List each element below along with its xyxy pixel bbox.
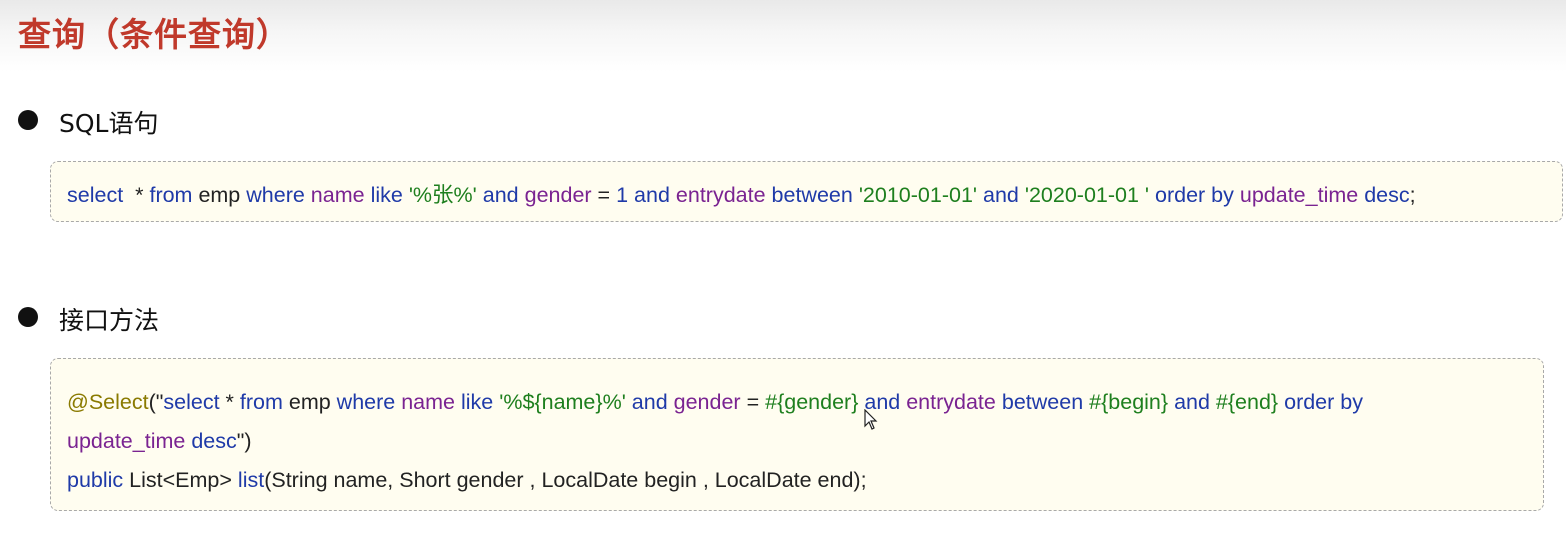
mouse-pointer-icon xyxy=(864,409,878,430)
code-token: order by xyxy=(1155,183,1234,207)
code-token: * xyxy=(123,183,150,207)
code-token: #{gender} xyxy=(765,390,859,414)
code-token: #{begin} xyxy=(1089,390,1169,414)
code-token: select xyxy=(163,390,220,414)
code-token: ; xyxy=(1409,183,1416,207)
code-token: update_time xyxy=(67,429,186,453)
section-heading-sql: SQL语句 xyxy=(59,109,159,138)
code-token: where xyxy=(246,183,305,207)
code-token: @Select xyxy=(67,390,149,414)
code-token: between xyxy=(1001,390,1084,414)
java-code-block: @Select("select * from emp where name li… xyxy=(50,358,1544,511)
code-token: and xyxy=(634,183,670,207)
code-token: like xyxy=(370,183,403,207)
code-line: select * from emp where name like '%张%' … xyxy=(67,178,1562,209)
code-line: update_time desc") xyxy=(67,422,1543,461)
code-token: and xyxy=(1174,390,1210,414)
code-token: gender xyxy=(673,390,741,414)
code-token: emp xyxy=(282,390,337,414)
code-token: ") xyxy=(236,429,252,453)
sql-code-block: select * from emp where name like '%张%' … xyxy=(50,161,1563,222)
code-token: gender xyxy=(524,183,592,207)
code-token: and xyxy=(482,183,519,207)
code-token: and xyxy=(631,390,668,414)
code-token: '%张%' xyxy=(408,183,477,207)
code-token: entrydate xyxy=(906,390,996,414)
code-token: 1 xyxy=(616,183,629,207)
code-token: where xyxy=(336,390,396,414)
code-token: (String name, Short gender , LocalDate b… xyxy=(264,468,867,492)
code-token: List<Emp> xyxy=(123,468,238,492)
bullet-dot-icon xyxy=(18,110,38,130)
code-token: public xyxy=(67,468,124,492)
code-token: order by xyxy=(1284,390,1363,414)
code-line: public List<Emp> list(String name, Short… xyxy=(67,461,1543,500)
code-token: emp xyxy=(192,183,247,207)
section-heading-interface: 接口方法 xyxy=(59,306,160,335)
code-token: name xyxy=(401,390,456,414)
bullet-dot-icon xyxy=(18,307,38,327)
code-token: list xyxy=(237,468,265,492)
code-token: '2020-01-01 ' xyxy=(1024,183,1150,207)
code-token: = xyxy=(740,390,766,414)
code-token: (" xyxy=(148,390,164,414)
code-token: '%${name}%' xyxy=(499,390,626,414)
code-token: update_time xyxy=(1239,183,1359,207)
code-token: from xyxy=(239,390,283,414)
code-token: between xyxy=(771,183,853,207)
code-token: = xyxy=(591,183,617,207)
page-title: 查询（条件查询） xyxy=(18,15,290,54)
code-token: #{end} xyxy=(1215,390,1279,414)
code-token: entrydate xyxy=(675,183,766,207)
code-token: select xyxy=(67,183,124,207)
code-token: like xyxy=(461,390,494,414)
code-token: desc xyxy=(1364,183,1410,207)
code-token: from xyxy=(149,183,193,207)
code-token: name xyxy=(310,183,365,207)
code-line: @Select("select * from emp where name li… xyxy=(67,383,1543,422)
code-token: '2010-01-01' xyxy=(858,183,978,207)
code-token: desc xyxy=(191,429,237,453)
code-token: and xyxy=(983,183,1019,207)
code-token: * xyxy=(219,390,240,414)
